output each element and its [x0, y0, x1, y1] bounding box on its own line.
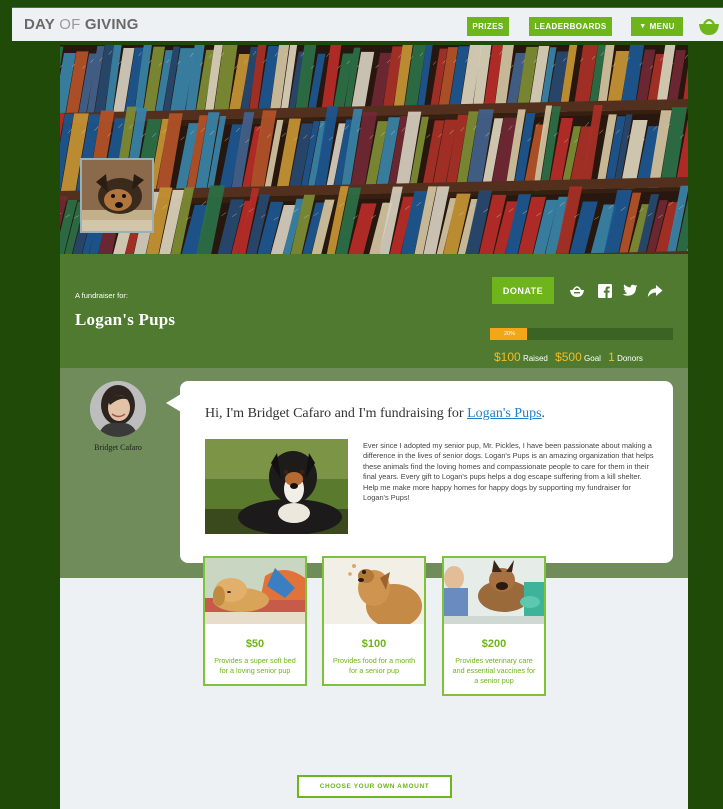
- fundraising-stats: $100 Raised $500 Goal 1 Donors: [494, 350, 643, 364]
- donor-count: 1: [608, 350, 615, 364]
- speech-bubble-pointer: [166, 394, 181, 412]
- raised-amount: $100: [494, 350, 521, 364]
- tier-description: Provides veterinary care and essential v…: [452, 656, 536, 685]
- donation-tier-50[interactable]: $50 Provides a super soft bed for a lovi…: [203, 556, 307, 686]
- author-name: Bridget Cafaro: [94, 443, 142, 452]
- raised-label: Raised: [522, 354, 548, 363]
- progress-bar-fill: 20%: [490, 328, 527, 340]
- story-card: Hi, I'm Bridget Cafaro and I'm fundraisi…: [180, 381, 673, 563]
- basket-icon[interactable]: [697, 15, 721, 37]
- donors-label: Donors: [617, 354, 643, 363]
- goal-label: Goal: [584, 354, 601, 363]
- story-headline: Hi, I'm Bridget Cafaro and I'm fundraisi…: [205, 406, 546, 421]
- prizes-button[interactable]: PRIZES: [467, 17, 509, 36]
- fundraiser-info-band: A fundraiser for: Logan's Pups DONATE 20…: [60, 254, 688, 368]
- donation-tier-200[interactable]: $200 Provides veterinary care and essent…: [442, 556, 546, 696]
- basket-icon[interactable]: [569, 284, 585, 298]
- caret-down-icon: ▼: [639, 23, 647, 30]
- story-body-text: Ever since I adopted my senior pup, Mr. …: [363, 441, 654, 503]
- share-arrow-icon[interactable]: [647, 284, 663, 298]
- tier-amount: $200: [481, 638, 507, 650]
- tier-photo-dog-food: [324, 558, 424, 624]
- twitter-icon[interactable]: [622, 284, 638, 298]
- avatar: [90, 381, 146, 437]
- organization-name[interactable]: Logan's Pups: [75, 310, 175, 330]
- facebook-icon[interactable]: [597, 284, 613, 298]
- tier-photo-puppy-bed: [205, 558, 305, 624]
- menu-button[interactable]: ▼ MENU: [631, 17, 683, 36]
- bookshelf-illustration: [60, 45, 688, 254]
- organization-link[interactable]: Logan's Pups: [467, 406, 541, 421]
- tier-amount: $50: [245, 638, 265, 650]
- hero-banner-bookshelf-image: [60, 45, 688, 254]
- donation-tier-100[interactable]: $100 Provides food for a month for a sen…: [322, 556, 426, 686]
- tier-description: Provides food for a month for a senior p…: [332, 656, 416, 675]
- fundraiser-for-label: A fundraiser for:: [75, 291, 128, 300]
- fundraiser-story-section: Bridget Cafaro Hi, I'm Bridget Cafaro an…: [60, 368, 688, 578]
- donate-button[interactable]: DONATE: [492, 277, 554, 304]
- tier-amount: $100: [361, 638, 387, 650]
- goal-amount: $500: [555, 350, 582, 364]
- fundraiser-thumbnail-dog: [80, 158, 154, 233]
- day-of-giving-logo[interactable]: DAY OF GIVING: [24, 16, 139, 33]
- tier-photo-vet-care: [444, 558, 544, 624]
- tier-description: Provides a super soft bed for a loving s…: [214, 656, 296, 675]
- leaderboards-button[interactable]: LEADERBOARDS: [529, 17, 612, 36]
- story-photo-dog: [205, 439, 348, 534]
- choose-your-own-amount-button[interactable]: CHOOSE YOUR OWN AMOUNT: [297, 775, 452, 798]
- fundraiser-page: A fundraiser for: Logan's Pups DONATE 20…: [60, 45, 688, 809]
- fundraising-progress-bar: 20%: [490, 328, 673, 340]
- top-navbar: DAY OF GIVING PRIZES LEADERBOARDS ▼ MENU: [12, 7, 723, 41]
